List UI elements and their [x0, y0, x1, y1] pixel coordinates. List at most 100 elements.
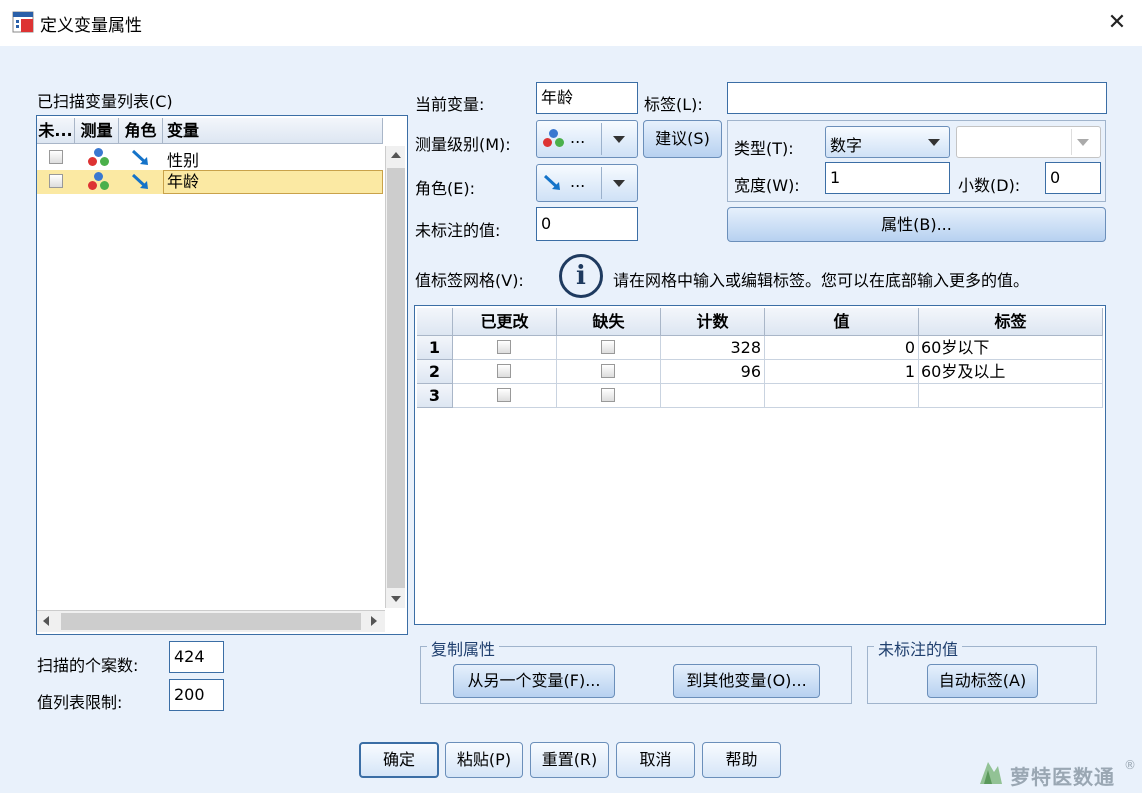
- copy-from-variable-button[interactable]: 从另一个变量(F)...: [453, 664, 615, 698]
- dropdown-divider: [1071, 129, 1072, 155]
- watermark-logo-icon: [978, 758, 1004, 786]
- grid-cell-value[interactable]: 0: [765, 336, 919, 360]
- scroll-thumb[interactable]: [61, 613, 361, 630]
- nominal-measure-icon: [87, 172, 111, 192]
- grid-row-number[interactable]: 2: [417, 360, 453, 384]
- width-field[interactable]: 1: [825, 162, 950, 194]
- unlabeled-values-label: 未标注的值:: [415, 221, 501, 240]
- measure-level-label: 测量级别(M):: [415, 135, 511, 154]
- reset-button[interactable]: 重置(R): [530, 742, 609, 778]
- measure-level-dropdown[interactable]: ...: [536, 120, 638, 158]
- scroll-right-icon[interactable]: [371, 616, 377, 626]
- scroll-down-icon[interactable]: [391, 596, 401, 602]
- suggest-button[interactable]: 建议(S): [643, 120, 722, 158]
- scroll-left-icon[interactable]: [43, 616, 49, 626]
- type-label: 类型(T):: [734, 139, 794, 158]
- chevron-down-icon: [928, 139, 940, 146]
- input-role-icon: [542, 173, 564, 193]
- unlabeled-checkbox[interactable]: [49, 150, 63, 164]
- unlabeled-checkbox[interactable]: [49, 174, 63, 188]
- grid-row-number[interactable]: 1: [417, 336, 453, 360]
- grid-cell-changed[interactable]: [453, 360, 557, 384]
- grid-cell-changed[interactable]: [453, 384, 557, 408]
- changed-checkbox[interactable]: [497, 388, 511, 402]
- measure-level-value: ...: [570, 128, 586, 147]
- cancel-button[interactable]: 取消: [616, 742, 695, 778]
- title-bar: [0, 0, 1142, 46]
- copy-attributes-title: 复制属性: [427, 636, 500, 660]
- auto-label-button[interactable]: 自动标签(A): [927, 664, 1038, 698]
- grid-col-changed[interactable]: 已更改: [453, 308, 557, 336]
- unlabeled-values-field[interactable]: 0: [536, 207, 638, 241]
- attributes-button[interactable]: 属性(B)...: [727, 207, 1106, 242]
- chevron-down-icon: [613, 136, 625, 143]
- paste-button[interactable]: 粘贴(P): [445, 742, 523, 778]
- grid-cell-value[interactable]: 1: [765, 360, 919, 384]
- current-variable-label: 当前变量:: [415, 95, 485, 114]
- value-label-grid[interactable]: 已更改 缺失 计数 值 标签 1 328 0 60岁以下 2 96 1 60岁及…: [414, 305, 1106, 625]
- grid-cell-missing[interactable]: [557, 384, 661, 408]
- variable-name: 性别: [167, 151, 200, 170]
- grid-corner: [417, 308, 453, 336]
- list-item[interactable]: 年龄: [37, 170, 383, 194]
- type-value: 数字: [830, 136, 863, 155]
- role-label: 角色(E):: [415, 179, 475, 198]
- horizontal-scrollbar[interactable]: [37, 610, 385, 632]
- scanned-variable-list[interactable]: 未... 测量 角色 变量 性别 年龄: [36, 115, 408, 635]
- grid-cell-count[interactable]: 328: [661, 336, 765, 360]
- nominal-measure-icon: [87, 148, 111, 168]
- col-unlabeled[interactable]: 未...: [37, 118, 75, 144]
- missing-checkbox[interactable]: [601, 340, 615, 354]
- chevron-down-icon: [613, 180, 625, 187]
- type-dropdown[interactable]: 数字: [825, 126, 950, 158]
- vertical-scrollbar[interactable]: [385, 146, 405, 608]
- format-dropdown[interactable]: [956, 126, 1101, 158]
- grid-cell-label[interactable]: 60岁以下: [919, 336, 1103, 360]
- scroll-up-icon[interactable]: [391, 152, 401, 158]
- decimals-label: 小数(D):: [958, 176, 1021, 195]
- grid-cell-changed[interactable]: [453, 336, 557, 360]
- col-role[interactable]: 角色: [119, 118, 163, 144]
- grid-row-number[interactable]: 3: [417, 384, 453, 408]
- changed-checkbox[interactable]: [497, 364, 511, 378]
- decimals-field[interactable]: 0: [1045, 162, 1101, 194]
- ok-button[interactable]: 确定: [359, 742, 439, 778]
- missing-checkbox[interactable]: [601, 388, 615, 402]
- grid-info-text: 请在网格中输入或编辑标签。您可以在底部输入更多的值。: [613, 271, 1030, 290]
- variable-name: 年龄: [163, 170, 383, 194]
- scanned-list-label: 已扫描变量列表(C): [37, 92, 173, 111]
- case-count-field[interactable]: 424: [169, 641, 224, 673]
- list-item[interactable]: 性别: [37, 146, 383, 170]
- missing-checkbox[interactable]: [601, 364, 615, 378]
- scroll-thumb[interactable]: [387, 168, 405, 588]
- grid-cell-value[interactable]: [765, 384, 919, 408]
- nominal-measure-icon: [542, 129, 566, 149]
- variable-label-input[interactable]: [727, 82, 1107, 114]
- grid-col-value[interactable]: 值: [765, 308, 919, 336]
- grid-col-label[interactable]: 标签: [919, 308, 1103, 336]
- watermark-registered: ®: [1124, 758, 1136, 772]
- role-dropdown[interactable]: ...: [536, 164, 638, 202]
- changed-checkbox[interactable]: [497, 340, 511, 354]
- window-title: 定义变量属性: [40, 16, 142, 36]
- grid-col-count[interactable]: 计数: [661, 308, 765, 336]
- grid-cell-count[interactable]: 96: [661, 360, 765, 384]
- copy-to-variables-button[interactable]: 到其他变量(O)...: [673, 664, 820, 698]
- help-button[interactable]: 帮助: [702, 742, 781, 778]
- role-value: ...: [570, 172, 586, 191]
- current-variable-field[interactable]: 年龄: [536, 82, 638, 114]
- grid-cell-count[interactable]: [661, 384, 765, 408]
- case-count-label: 扫描的个案数:: [37, 656, 139, 675]
- close-icon[interactable]: ✕: [1104, 10, 1130, 36]
- grid-cell-label[interactable]: 60岁及以上: [919, 360, 1103, 384]
- grid-cell-label[interactable]: [919, 384, 1103, 408]
- input-role-icon: [130, 148, 152, 168]
- width-label: 宽度(W):: [734, 176, 800, 195]
- value-limit-field[interactable]: 200: [169, 679, 224, 711]
- grid-cell-missing[interactable]: [557, 336, 661, 360]
- col-measure[interactable]: 测量: [75, 118, 119, 144]
- variable-label-label: 标签(L):: [644, 95, 703, 114]
- grid-col-missing[interactable]: 缺失: [557, 308, 661, 336]
- grid-cell-missing[interactable]: [557, 360, 661, 384]
- col-variable[interactable]: 变量: [163, 118, 383, 144]
